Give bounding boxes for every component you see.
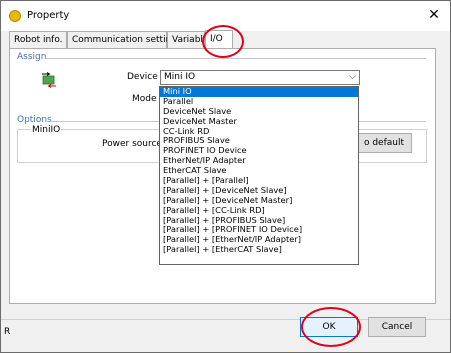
dropdown-option[interactable]: [Parallel] + [DeviceNet Master] <box>160 196 358 206</box>
device-dropdown-list[interactable]: Mini IO Parallel DeviceNet Slave DeviceN… <box>159 86 359 265</box>
options-group-label: Options <box>17 115 52 125</box>
device-label: Device <box>127 72 158 82</box>
miniio-group-label: MiniIO <box>31 125 62 135</box>
dropdown-option[interactable]: [Parallel] + [CC-Link RD] <box>160 206 358 216</box>
device-select[interactable]: Mini IO ⌵ <box>160 70 360 85</box>
dropdown-option[interactable]: DeviceNet Master <box>160 117 358 127</box>
tab-robot-info[interactable]: Robot info. <box>9 31 67 48</box>
dropdown-option[interactable]: DeviceNet Slave <box>160 107 358 117</box>
tab-variable[interactable]: Variable <box>167 31 205 48</box>
mode-label: Mode <box>132 94 157 104</box>
tab-communication-setting[interactable]: Communication setting <box>67 31 177 48</box>
ok-button[interactable]: OK <box>300 317 358 337</box>
dropdown-option[interactable]: Parallel <box>160 97 358 107</box>
close-icon[interactable]: ✕ <box>426 7 442 23</box>
cancel-button[interactable]: Cancel <box>368 317 426 337</box>
assign-group-label: Assign <box>17 52 47 62</box>
dropdown-option[interactable]: [Parallel] + [PROFIBUS Slave] <box>160 216 358 226</box>
footer-left-stub: R <box>4 327 11 337</box>
dropdown-option[interactable]: [Parallel] + [Parallel] <box>160 176 358 186</box>
dropdown-option[interactable]: [Parallel] + [EtherNet/IP Adapter] <box>160 235 358 245</box>
dropdown-option[interactable]: PROFIBUS Slave <box>160 136 358 146</box>
io-device-icon <box>42 72 56 88</box>
window-title: Property <box>27 10 70 21</box>
dropdown-option[interactable]: EtherNet/IP Adapter <box>160 156 358 166</box>
property-dialog: Property ✕ Robot info. Communication set… <box>0 0 451 353</box>
tab-io[interactable]: I/O <box>205 30 233 49</box>
dropdown-option[interactable]: EtherCAT Slave <box>160 166 358 176</box>
device-select-value: Mini IO <box>164 72 196 82</box>
dropdown-option[interactable]: [Parallel] + [PROFINET IO Device] <box>160 225 358 235</box>
dropdown-option[interactable]: CC-Link RD <box>160 127 358 137</box>
chevron-down-icon[interactable]: ⌵ <box>349 71 356 84</box>
dropdown-option[interactable]: Mini IO <box>160 87 358 97</box>
dropdown-option[interactable]: PROFINET IO Device <box>160 146 358 156</box>
power-source-label: Power source: <box>102 139 165 149</box>
dropdown-option[interactable]: [Parallel] + [EtherCAT Slave] <box>160 245 358 255</box>
set-default-button[interactable]: o default <box>356 133 412 153</box>
app-icon <box>9 10 21 22</box>
assign-divider <box>46 58 426 59</box>
title-bar: Property ✕ <box>1 1 450 31</box>
dropdown-option[interactable]: [Parallel] + [DeviceNet Slave] <box>160 186 358 196</box>
